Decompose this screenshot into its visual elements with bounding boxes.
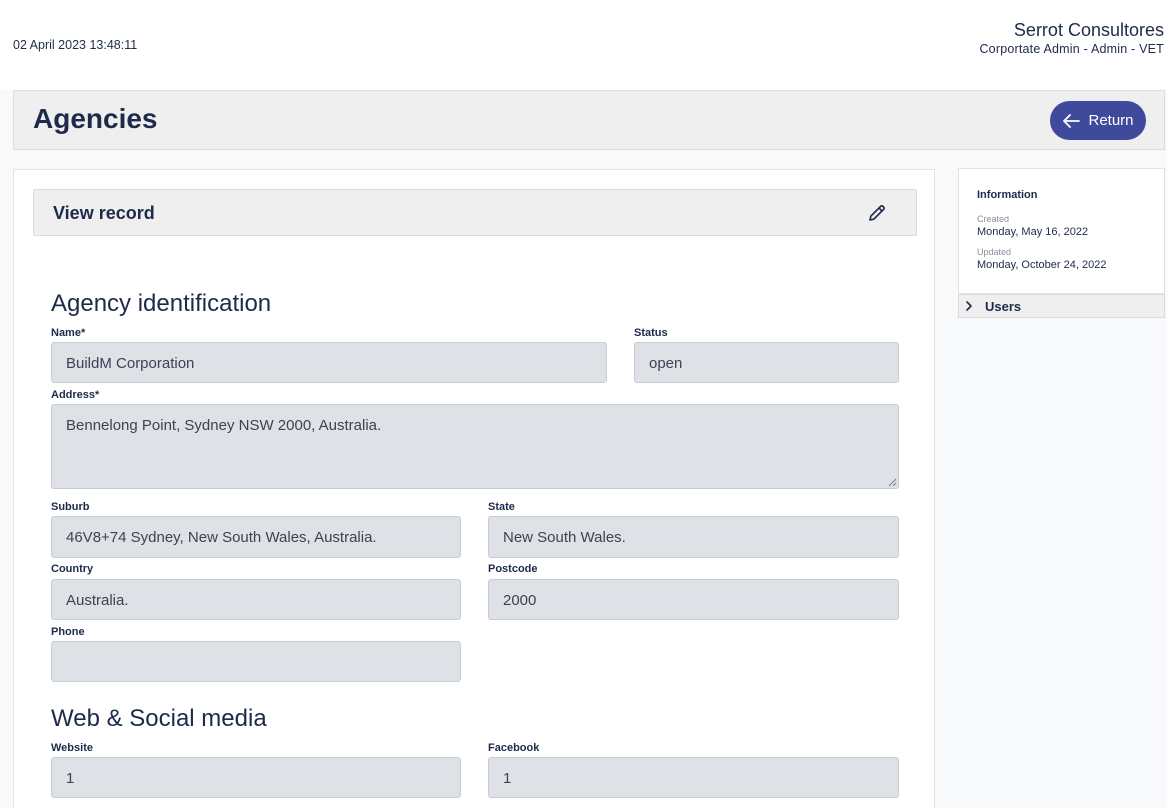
address-field[interactable]: Bennelong Point, Sydney NSW 2000, Austra… [51,404,899,489]
name-field[interactable]: BuildM Corporation [51,342,607,383]
address-value: Bennelong Point, Sydney NSW 2000, Austra… [66,417,382,434]
page-title: Agencies [33,103,158,134]
section-agency-identification: Agency identification [51,290,272,317]
section-web-social: Web & Social media [51,705,267,732]
phone-label: Phone [51,626,85,638]
information-panel: Information Created Monday, May 16, 2022… [958,168,1165,294]
country-field[interactable]: Australia. [51,579,461,620]
company-name: Serrot Consultores [1013,20,1164,40]
facebook-label: Facebook [488,742,540,754]
arrow-left-icon [1063,113,1081,128]
created-value: Monday, May 16, 2022 [977,226,1089,238]
updated-value: Monday, October 24, 2022 [977,259,1107,271]
website-label: Website [51,742,93,754]
resize-grip-icon[interactable] [888,478,897,487]
users-toggle[interactable]: Users [958,294,1165,318]
top-bar: 02 April 2023 13:48:11 Serrot Consultore… [0,0,1167,90]
view-record-title: View record [53,203,155,223]
state-label: State [488,501,515,513]
view-record-header: View record [33,189,917,236]
phone-field[interactable] [51,641,461,682]
return-button[interactable]: Return [1050,101,1146,140]
website-field[interactable]: 1 [51,757,461,798]
status-field[interactable]: open [634,342,899,383]
chevron-right-icon [966,301,972,311]
suburb-field[interactable]: 46V8+74 Sydney, New South Wales, Austral… [51,516,461,558]
state-field[interactable]: New South Wales. [488,516,899,558]
updated-label: Updated [977,247,1012,257]
status-label: Status [634,327,668,339]
record-card: View record Agency identification Name* … [13,169,935,808]
return-button-label: Return [1088,112,1134,129]
page-header: Agencies Return [13,90,1165,150]
name-label: Name* [51,327,86,339]
information-title: Information [977,189,1038,201]
suburb-label: Suburb [51,501,90,513]
user-role: Corportate Admin - Admin - VET [979,42,1164,56]
created-label: Created [977,214,1010,224]
pencil-icon[interactable] [866,202,888,224]
users-label: Users [985,299,1022,314]
facebook-field[interactable]: 1 [488,757,899,798]
postcode-field[interactable]: 2000 [488,579,899,620]
account-info: Serrot Consultores Corportate Admin - Ad… [979,19,1164,58]
country-label: Country [51,563,94,575]
address-label: Address* [51,389,100,401]
postcode-label: Postcode [488,563,538,575]
current-datetime: 02 April 2023 13:48:11 [13,38,138,52]
